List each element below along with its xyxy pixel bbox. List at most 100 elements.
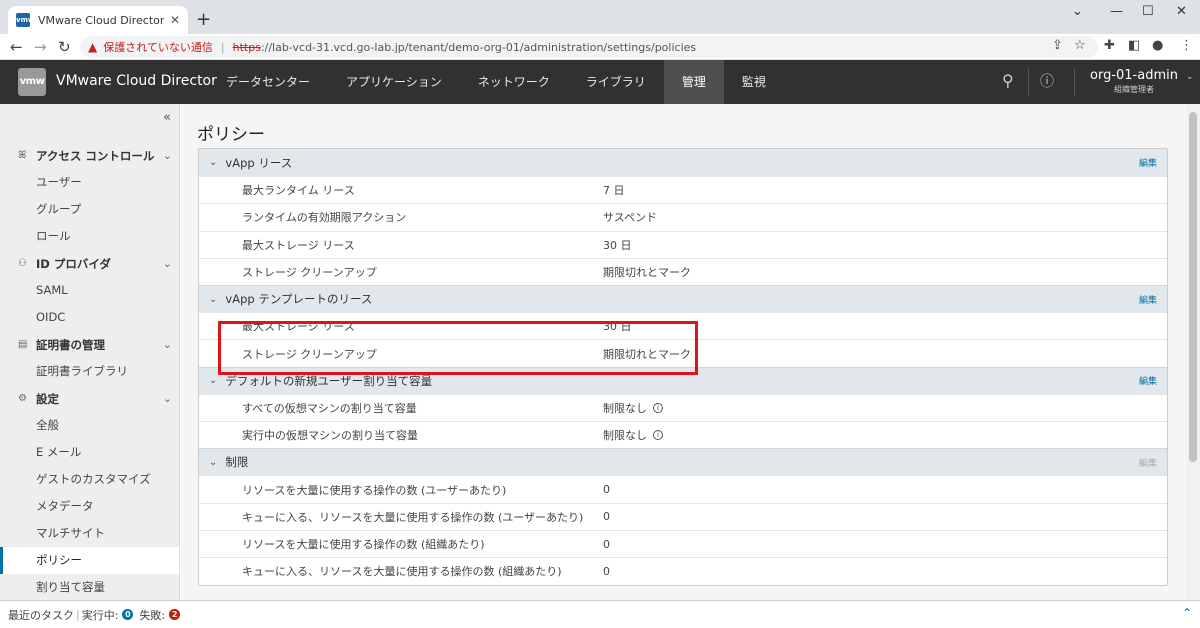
- property-row: リソースを大量に使用する操作の数 (ユーザーあたり) 0: [199, 475, 1167, 502]
- section-header[interactable]: ⌄ デフォルトの新規ユーザー割り当て容量 編集: [199, 366, 1167, 394]
- close-window-icon[interactable]: ✕: [1176, 4, 1187, 19]
- section-header[interactable]: ⌄ 制限 編集: [199, 448, 1167, 476]
- user-role: 組織管理者: [1113, 85, 1154, 94]
- help-icon[interactable]: ⓘ: [1040, 71, 1054, 91]
- running-label: 実行中:: [81, 608, 119, 622]
- property-row: 最大ストレージ リース 30 日: [199, 230, 1167, 258]
- maximize-icon[interactable]: ☐: [1142, 4, 1154, 19]
- section-title: デフォルトの新規ユーザー割り当て容量: [225, 373, 433, 388]
- sidebar-item[interactable]: ロール: [0, 223, 179, 250]
- url-field[interactable]: ▲ 保護されていない通信 | https ://lab-vcd-31.vcd.g…: [80, 36, 1098, 58]
- nav-item[interactable]: 監視: [724, 60, 784, 104]
- side-panel-icon[interactable]: ◧: [1128, 38, 1140, 53]
- page-title: ポリシー: [197, 125, 265, 145]
- sidebar-item[interactable]: SAML: [0, 277, 179, 304]
- close-tab-icon[interactable]: ✕: [170, 13, 180, 27]
- sidebar-group[interactable]: ⚙ 設定 ⌄: [0, 385, 179, 412]
- nav-item[interactable]: ネットワーク: [460, 60, 568, 104]
- extensions-icon[interactable]: ✚: [1104, 38, 1115, 53]
- property-row: リソースを大量に使用する操作の数 (組織あたり) 0: [199, 529, 1167, 557]
- vmware-logo[interactable]: vmw: [18, 68, 46, 96]
- property-label: ストレージ クリーンアップ: [242, 266, 377, 280]
- nav-item[interactable]: アプリケーション: [328, 60, 460, 104]
- nav-item[interactable]: ライブラリ: [568, 60, 664, 104]
- minimize-icon[interactable]: —: [1110, 4, 1123, 19]
- scrollbar-thumb[interactable]: [1189, 112, 1197, 462]
- sidebar-item[interactable]: ゲストのカスタマイズ: [0, 466, 179, 493]
- property-label: ランタイムの有効期限アクション: [242, 211, 407, 225]
- failed-label: 失敗:: [139, 608, 166, 622]
- section-title: vApp リース: [225, 155, 293, 170]
- sidebar-group-label: ID プロバイダ: [36, 256, 111, 271]
- sidebar-item[interactable]: メタデータ: [0, 493, 179, 520]
- sidebar-group[interactable]: ▤ 証明書の管理 ⌄: [0, 331, 179, 358]
- property-value: 制限なし i: [603, 427, 663, 443]
- chevron-down-icon: ⌄: [209, 157, 218, 168]
- expand-tasks-icon[interactable]: ⌃: [1182, 606, 1192, 620]
- sidebar-group-label: 設定: [36, 391, 59, 406]
- sidebar-group[interactable]: ⚇ ID プロバイダ ⌄: [0, 250, 179, 277]
- info-icon[interactable]: i: [653, 402, 663, 413]
- url-path: ://lab-vcd-31.vcd.go-lab.jp/tenant/demo-…: [260, 40, 697, 54]
- reload-icon[interactable]: ↻: [58, 38, 71, 56]
- user-menu[interactable]: org-01-admin 組織管理者 ⌄: [1090, 68, 1194, 95]
- property-row: ランタイムの有効期限アクション サスペンド: [199, 203, 1167, 230]
- sidebar-item[interactable]: ユーザー: [0, 169, 179, 196]
- sidebar-list: ꕤ アクセス コントロール ⌄ ユーザー グループ ロール ⚇ ID プロバイダ ⌄ SAML OI…: [0, 142, 179, 600]
- search-icon[interactable]: ⚲: [1002, 71, 1014, 90]
- property-label: 最大ストレージ リース: [242, 320, 355, 334]
- sidebar-item[interactable]: 証明書ライブラリ: [0, 358, 179, 385]
- nav-item[interactable]: 管理: [663, 60, 724, 104]
- sidebar-item[interactable]: ポリシー: [0, 547, 179, 574]
- forward-icon[interactable]: →: [34, 38, 47, 56]
- property-value-text: 期限切れとマーク: [603, 266, 691, 280]
- property-row: 実行中の仮想マシンの割り当て容量 制限なし i: [199, 421, 1167, 448]
- bookmark-star-icon[interactable]: ☆: [1074, 38, 1086, 53]
- sidebar-item[interactable]: 全般: [0, 412, 179, 439]
- edit-button[interactable]: 編集: [1139, 156, 1157, 169]
- property-row: キューに入る、リソースを大量に使用する操作の数 (組織あたり) 0: [199, 557, 1167, 584]
- recent-tasks-label[interactable]: 最近のタスク: [8, 607, 74, 623]
- failed-count-badge[interactable]: 2: [169, 609, 181, 620]
- sidebar-item[interactable]: マルチサイト: [0, 520, 179, 547]
- share-icon[interactable]: ⇪: [1052, 38, 1063, 53]
- property-row: 最大ランタイム リース 7 日: [199, 176, 1167, 203]
- info-icon[interactable]: i: [653, 430, 663, 441]
- property-value: 30 日: [603, 237, 632, 253]
- main-nav: データセンター アプリケーション ネットワーク ライブラリ 管理 監視: [208, 60, 784, 104]
- sidebar-item[interactable]: OIDC: [0, 304, 179, 331]
- browser-tab[interactable]: vmw VMware Cloud Director - ポリシー ✕: [8, 6, 188, 34]
- users-icon: ꕤ: [18, 150, 27, 161]
- chevron-down-icon: ⌄: [1186, 72, 1194, 82]
- address-bar-row: ← → ↻ ▲ 保護されていない通信 | https ://lab-vcd-31…: [0, 34, 1200, 60]
- sidebar-group-label: 証明書の管理: [36, 337, 105, 352]
- user-name: org-01-admin: [1090, 68, 1178, 83]
- browser-menu-icon[interactable]: ⋮: [1180, 38, 1193, 53]
- nav-item[interactable]: データセンター: [208, 60, 328, 104]
- section-header[interactable]: ⌄ vApp リース 編集: [199, 149, 1167, 176]
- section-header[interactable]: ⌄ vApp テンプレートのリース 編集: [199, 285, 1167, 313]
- tab-search-icon[interactable]: ⌄: [1072, 4, 1083, 19]
- property-value: 0: [603, 483, 610, 496]
- footer-separator: |: [76, 608, 80, 621]
- property-label: 実行中の仮想マシンの割り当て容量: [242, 429, 418, 443]
- running-count-badge[interactable]: 0: [122, 609, 134, 620]
- edit-button[interactable]: 編集: [1139, 374, 1157, 387]
- main-content: ポリシー ⌄ vApp リース 編集 最大ランタイム リース 7 日ランタイムの有効期限…: [181, 104, 1186, 600]
- chevron-down-icon: ⌄: [162, 392, 172, 405]
- property-label: キューに入る、リソースを大量に使用する操作の数 (ユーザーあたり): [242, 510, 584, 524]
- new-tab-icon[interactable]: +: [196, 9, 211, 30]
- chevron-down-icon: ⌄: [209, 456, 218, 468]
- edit-button[interactable]: 編集: [1139, 293, 1157, 306]
- collapse-sidebar-icon[interactable]: «: [163, 110, 171, 125]
- main-scrollbar[interactable]: [1186, 104, 1200, 600]
- property-value-text: サスペンド: [603, 211, 658, 225]
- chevron-down-icon: ⌄: [162, 149, 172, 162]
- sidebar-item[interactable]: グループ: [0, 196, 179, 223]
- back-icon[interactable]: ←: [10, 38, 23, 56]
- property-value: 制限なし i: [603, 400, 663, 416]
- sidebar-group[interactable]: ꕤ アクセス コントロール ⌄: [0, 142, 179, 169]
- sidebar-item[interactable]: E メール: [0, 439, 179, 466]
- sidebar-item[interactable]: 割り当て容量: [0, 574, 179, 600]
- profile-avatar-icon[interactable]: ●: [1152, 38, 1163, 53]
